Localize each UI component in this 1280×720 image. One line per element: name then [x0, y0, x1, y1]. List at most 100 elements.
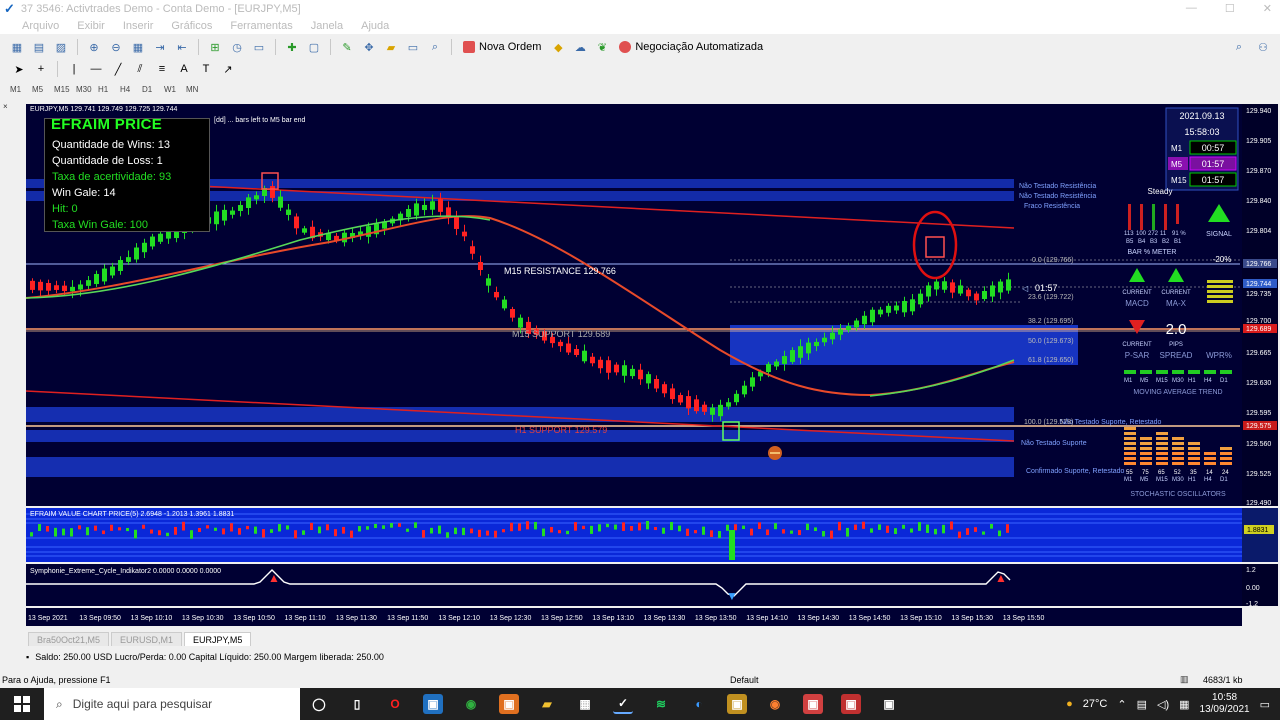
chrome-icon[interactable]: ◉: [461, 694, 481, 714]
time-tick: 13 Sep 14:50: [849, 615, 891, 622]
timeframe-button[interactable]: M1: [10, 85, 32, 94]
new-chart-icon[interactable]: ▦: [9, 39, 25, 55]
timeframe-button[interactable]: M15: [54, 85, 76, 94]
app-icon[interactable]: ▣: [841, 694, 861, 714]
menu-item[interactable]: Arquivo: [22, 20, 59, 32]
folder-icon[interactable]: ▰: [537, 694, 557, 714]
camera-icon[interactable]: ▣: [879, 694, 899, 714]
candle-body: [286, 209, 291, 215]
ma-trend-cell: [1140, 370, 1152, 374]
menu-item[interactable]: Exibir: [77, 20, 105, 32]
stoch-bar-segment: [1220, 462, 1232, 465]
profiles-icon[interactable]: ▤: [31, 39, 47, 55]
minimize-icon[interactable]: —: [1186, 2, 1197, 15]
timeframe-button[interactable]: M5: [32, 85, 54, 94]
app-icon[interactable]: ◉: [765, 694, 785, 714]
ma-trend-tf: M30: [1172, 378, 1184, 384]
candle-body: [830, 332, 835, 340]
terminal-icon[interactable]: ▭: [405, 39, 421, 55]
experts-icon[interactable]: ◆: [550, 39, 566, 55]
value-chart-bar: [30, 532, 33, 537]
timeframe-button[interactable]: W1: [164, 85, 186, 94]
app-icon[interactable]: ▣: [803, 694, 823, 714]
app-icon[interactable]: ≋: [651, 694, 671, 714]
menu-item[interactable]: Gráficos: [171, 20, 212, 32]
candle-body: [726, 402, 731, 407]
chart-tab[interactable]: EURUSD,M1: [111, 632, 183, 646]
tile-windows-icon[interactable]: ▦: [130, 39, 146, 55]
timeframe-button[interactable]: M30: [76, 85, 98, 94]
close-icon[interactable]: ✕: [1263, 2, 1272, 15]
folder-icon[interactable]: ▰: [383, 39, 399, 55]
stoch-bar-segment: [1156, 457, 1168, 460]
taskbar-search[interactable]: ⌕ Digite aqui para pesquisar: [44, 688, 300, 720]
search-icon[interactable]: ⌕: [1231, 39, 1247, 55]
app-icon[interactable]: ▣: [499, 694, 519, 714]
start-button[interactable]: [0, 688, 44, 720]
menu-item[interactable]: Janela: [311, 20, 343, 32]
channel-icon[interactable]: ⫽: [132, 61, 148, 77]
fibonacci-icon[interactable]: ≡: [154, 61, 170, 77]
language-icon[interactable]: ▦: [1179, 698, 1189, 711]
mt4-icon[interactable]: ✓: [613, 694, 633, 714]
cortana-icon[interactable]: ◯: [309, 694, 329, 714]
value-chart-bar: [510, 522, 513, 532]
zoom-out-icon[interactable]: ⊖: [108, 39, 124, 55]
account-balance-bar: ▪ Saldo: 250.00 USD Lucro/Perda: 0.00 Ca…: [0, 647, 1280, 667]
periods-icon[interactable]: ◷: [229, 39, 245, 55]
timeframe-button[interactable]: H1: [98, 85, 120, 94]
opera-icon[interactable]: O: [385, 694, 405, 714]
cursor-icon[interactable]: ➤: [11, 61, 27, 77]
notifications-icon[interactable]: ▭: [1260, 698, 1270, 711]
menu-item[interactable]: Ajuda: [361, 20, 389, 32]
chart-tab[interactable]: EURJPY,M5: [184, 632, 252, 646]
crosshair-tool-icon[interactable]: ✥: [361, 39, 377, 55]
indicators-icon[interactable]: ⊞: [207, 39, 223, 55]
timeframe-button[interactable]: H4: [120, 85, 142, 94]
chart-tab[interactable]: Bra50Oct21,M5: [28, 632, 110, 646]
value-chart-bar: [422, 530, 425, 538]
label-icon[interactable]: T: [198, 61, 214, 77]
store-icon[interactable]: ▦: [575, 694, 595, 714]
tray-expand-icon[interactable]: ⌃: [1117, 698, 1126, 711]
timeframe-button[interactable]: MN: [186, 85, 208, 94]
text-icon[interactable]: A: [176, 61, 192, 77]
arrows-icon[interactable]: ↗: [220, 61, 236, 77]
menu-item[interactable]: Inserir: [123, 20, 154, 32]
menu-item[interactable]: Ferramentas: [230, 20, 292, 32]
fib-label: 100.0 (129.578): [1024, 419, 1073, 426]
task-view-icon[interactable]: ▯: [347, 694, 367, 714]
trendline-icon[interactable]: ╱: [110, 61, 126, 77]
value-chart-bar: [846, 527, 849, 537]
market-watch-icon[interactable]: ▨: [53, 39, 69, 55]
vps-icon[interactable]: ❦: [594, 39, 610, 55]
stoch-bar-segment: [1124, 432, 1136, 435]
navigator-icon[interactable]: ✎: [339, 39, 355, 55]
network-icon[interactable]: ▤: [1137, 698, 1147, 711]
signal-icon[interactable]: ☁: [572, 39, 588, 55]
stoch-tf: M30: [1172, 477, 1184, 483]
search-tool-icon[interactable]: ⌕: [427, 39, 443, 55]
community-icon[interactable]: ⚇: [1255, 39, 1271, 55]
horizontal-line-icon[interactable]: —: [88, 61, 104, 77]
auto-scroll-icon[interactable]: ⇥: [152, 39, 168, 55]
edge-icon[interactable]: ◐: [689, 694, 709, 714]
chart-shift-icon[interactable]: ⇤: [174, 39, 190, 55]
tray-clock[interactable]: 10:58 13/09/2021: [1200, 692, 1250, 716]
new-order-button[interactable]: Nova Ordem: [457, 38, 547, 56]
templates-icon[interactable]: ▭: [251, 39, 267, 55]
chart-close-icon[interactable]: ×: [3, 102, 8, 111]
volume-icon[interactable]: ◁): [1157, 698, 1169, 711]
window-icon[interactable]: ▢: [306, 39, 322, 55]
maximize-icon[interactable]: ☐: [1225, 2, 1235, 15]
timeframe-button[interactable]: D1: [142, 85, 164, 94]
auto-trading-button[interactable]: Negociação Automatizada: [613, 38, 769, 56]
crosshair-icon[interactable]: +: [33, 61, 49, 77]
vertical-line-icon[interactable]: |: [66, 61, 82, 77]
add-icon[interactable]: ✚: [284, 39, 300, 55]
app-icon[interactable]: ▣: [423, 694, 443, 714]
app-icon[interactable]: ▣: [727, 694, 747, 714]
stoch-bar-segment: [1204, 452, 1216, 455]
candle-body: [814, 341, 819, 347]
zoom-in-icon[interactable]: ⊕: [86, 39, 102, 55]
